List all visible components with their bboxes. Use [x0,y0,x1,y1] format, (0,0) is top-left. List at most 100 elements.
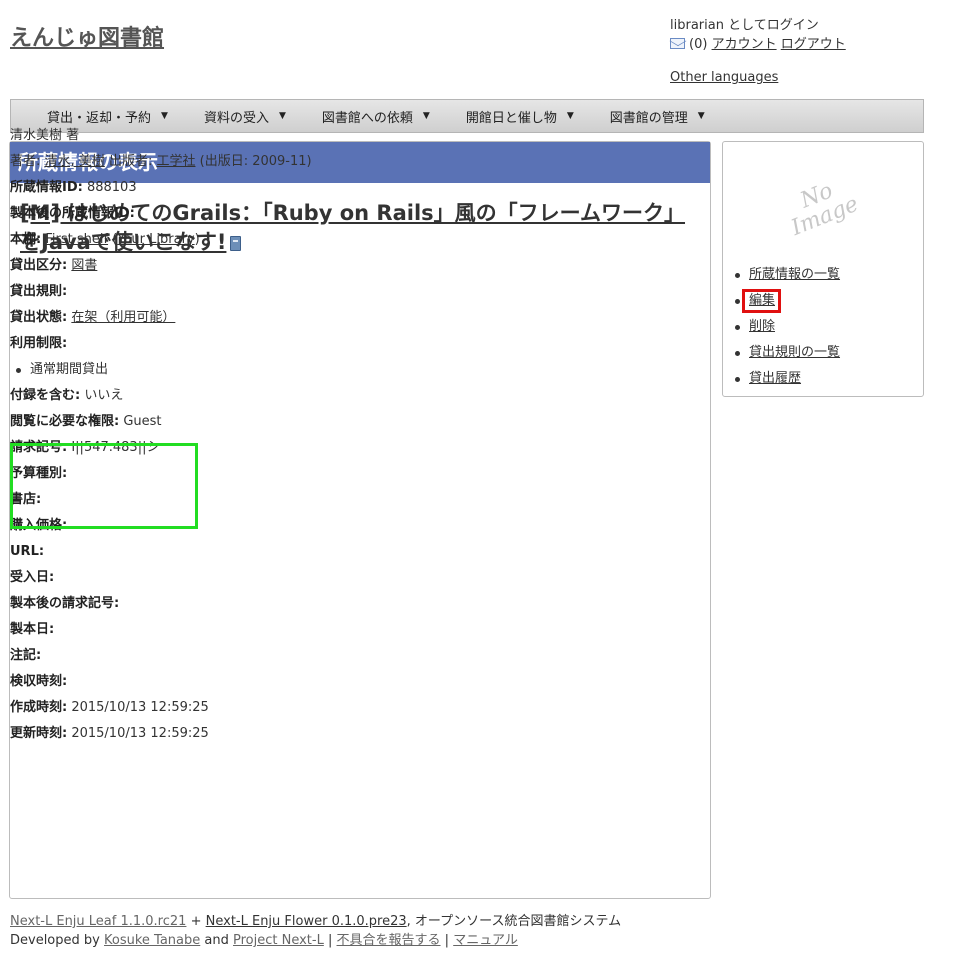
field-label: 付録を含む: [10,388,81,403]
caret-down-icon: ▼ [697,111,705,121]
author-publisher-line: 著者: 清水, 美樹 出版者: 工学社 (出版日: 2009-11) [10,152,690,178]
field-acquired-at: 受入日: [10,568,690,594]
field-note: 注記: [10,646,690,672]
nav-label: 資料の受入 [203,110,269,126]
delete-link[interactable]: 削除 [749,319,775,334]
nav-label: 開館日と催し物 [465,110,557,126]
logout-link[interactable]: ログアウト [781,37,846,52]
shelf-link[interactable]: First shelf [45,232,108,247]
author-label: 著者: [10,154,41,169]
side-menu-item: 削除 [733,314,840,340]
footer-credits: Developed by Kosuke Tanabe and Project N… [10,931,621,950]
field-label: 検収時刻: [10,674,68,689]
caret-down-icon: ▼ [278,111,286,121]
field-use-restriction: 利用制限: [10,334,690,360]
field-shelf: 本棚: First shelf (Your Library) [10,232,200,247]
checkout-history-link[interactable]: 貸出履歴 [749,371,801,386]
side-menu-item: 貸出履歴 [733,366,840,392]
login-status: librarian としてログイン [670,18,819,33]
lending-rules-link[interactable]: 貸出規則の一覧 [749,345,840,360]
field-item-id: 所蔵情報ID: 888103 [10,178,690,204]
field-label: 貸出状態: [10,310,68,325]
side-menu: 所蔵情報の一覧 編集 削除 貸出規則の一覧 貸出履歴 [733,262,840,392]
field-label: 利用制限: [10,336,68,351]
author-link[interactable]: 清水, 美樹 [45,154,105,169]
field-label: 貸出規則: [10,284,68,299]
circulation-status-link[interactable]: 在架（利用可能） [71,310,175,325]
field-label: 製本後の所蔵情報ID: [10,206,135,221]
field-created-at: 作成時刻: 2015/10/13 12:59:25 [10,698,690,724]
field-value: 888103 [86,180,137,195]
field-bound-item-id: 製本後の所蔵情報ID: [10,204,690,230]
publisher-link[interactable]: 工学社 [156,154,195,169]
footer-developed-by: Developed by [10,933,100,948]
field-lending-rule: 貸出規則: [10,282,690,308]
manual-link[interactable]: マニュアル [453,933,518,948]
mail-icon[interactable] [670,38,685,49]
user-box: librarian としてログイン (0) アカウント ログアウト [670,16,846,54]
caret-down-icon: ▼ [566,111,574,121]
site-title: えんじゅ図書館 [10,20,164,52]
field-value: いいえ [84,388,124,403]
side-menu-item: 貸出規則の一覧 [733,340,840,366]
enju-flower-link[interactable]: Next-L Enju Flower 0.1.0.pre23 [206,914,407,929]
item-fields: 清水美樹 著 著者: 清水, 美樹 出版者: 工学社 (出版日: 2009-11… [10,126,690,750]
item-list-link[interactable]: 所蔵情報の一覧 [749,267,840,282]
account-link[interactable]: アカウント [712,37,777,52]
footer: Next-L Enju Leaf 1.1.0.rc21 + Next-L Enj… [10,912,621,950]
caret-down-icon: ▼ [161,111,168,121]
field-updated-at: 更新時刻: 2015/10/13 12:59:25 [10,724,690,750]
field-price: 購入価格: [10,516,690,542]
footer-plus: + [190,914,202,929]
field-label: 製本後の請求記号: [10,596,120,611]
report-bug-link[interactable]: 不具合を報告する [337,933,441,948]
field-label: 注記: [10,648,42,663]
field-label: 購入価格: [10,518,68,533]
enju-leaf-link[interactable]: Next-L Enju Leaf 1.1.0.rc21 [10,914,186,929]
field-circulation-status: 貸出状態: 在架（利用可能） [10,308,690,334]
no-image-placeholder: No Image [771,169,877,258]
other-languages: Other languages [670,70,778,85]
field-label: 請求記号: [10,440,68,455]
field-label: 貸出区分: [10,258,68,273]
field-include-supplements: 付録を含む: いいえ [10,386,690,412]
user-links: (0) アカウント ログアウト [670,35,846,54]
footer-separator: | [327,933,333,948]
field-label: 作成時刻: [10,700,68,715]
field-label: 閲覧に必要な権限: [10,414,120,429]
edit-link[interactable]: 編集 [749,293,775,308]
caret-down-icon: ▼ [422,111,430,121]
publisher-label: 出版者: [108,154,153,169]
developer-link[interactable]: Kosuke Tanabe [104,933,200,948]
field-label: 製本日: [10,622,55,637]
checkout-type-link[interactable]: 図書 [71,258,97,273]
project-link[interactable]: Project Next-L [233,933,324,948]
site-title-link[interactable]: えんじゅ図書館 [10,26,164,51]
field-label: 所蔵情報ID: [10,180,83,195]
footer-versions: Next-L Enju Leaf 1.1.0.rc21 + Next-L Enj… [10,912,621,931]
use-restriction-item: 通常期間貸出 [10,360,690,386]
field-binding-call-number: 製本後の請求記号: [10,594,690,620]
other-languages-link[interactable]: Other languages [670,70,778,85]
field-budget-type: 予算種別: [10,464,690,490]
field-label: 受入日: [10,570,55,585]
field-value: 2015/10/13 12:59:25 [71,700,209,715]
field-call-number: 請求記号: I||547.483||シ [10,438,690,464]
field-value: I||547.483||シ [71,440,160,455]
nav-label: 図書館の管理 [609,110,688,126]
side-menu-item: 所蔵情報の一覧 [733,262,840,288]
footer-separator: | [444,933,450,948]
field-binded-at: 製本日: [10,620,690,646]
field-required-role: 閲覧に必要な権限: Guest [10,412,690,438]
nav-label: 貸出・返却・予約 [47,110,152,126]
statement-of-responsibility: 清水美樹 著 [10,128,80,143]
side-menu-item: 編集 [733,288,840,314]
nav-label: 図書館への依頼 [321,110,413,126]
footer-and: and [204,933,229,948]
field-checkout-type: 貸出区分: 図書 [10,256,690,282]
field-label: 更新時刻: [10,726,68,741]
pub-date: (出版日: 2009-11) [199,154,312,169]
field-value: 2015/10/13 12:59:25 [71,726,209,741]
library-link[interactable]: Your Library [117,232,194,247]
field-label: 書店: [10,492,42,507]
